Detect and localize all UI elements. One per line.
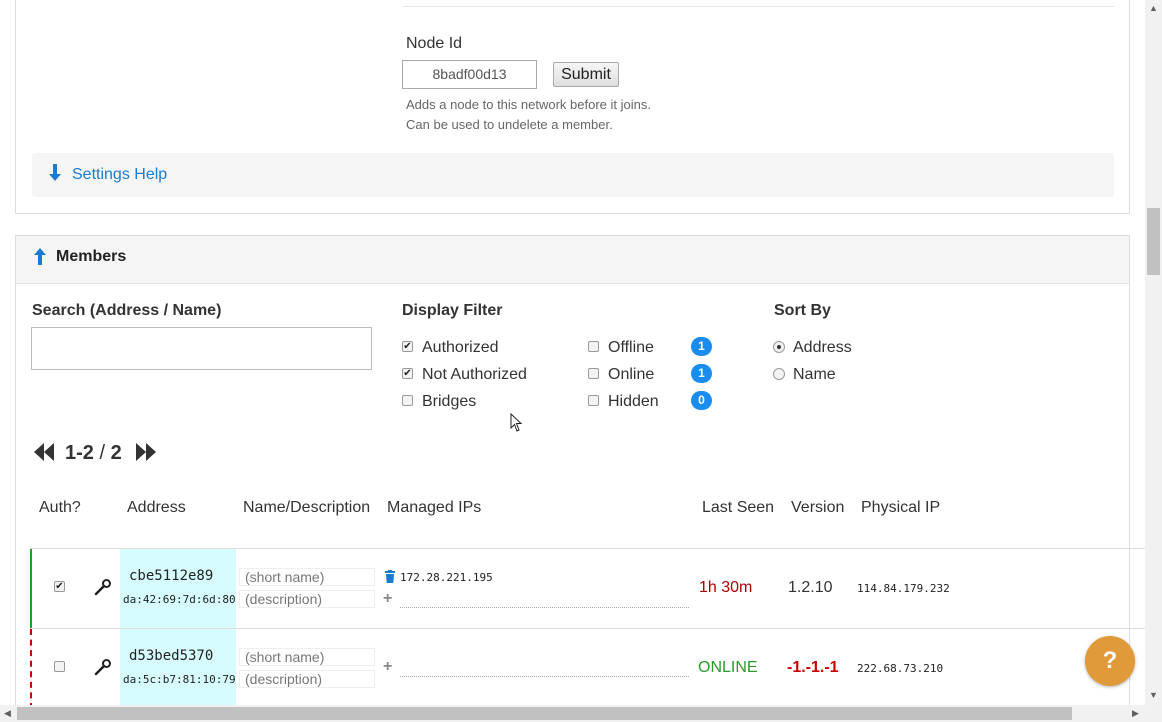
sort-name-radio[interactable] [773, 368, 785, 380]
display-filter-label: Display Filter [402, 302, 503, 319]
row2-name-input[interactable]: (short name) [239, 648, 375, 666]
filter-offline-label: Offline [608, 339, 654, 356]
filter-offline-checkbox[interactable] [588, 341, 599, 352]
node-id-input[interactable]: 8badf00d13 [402, 60, 537, 89]
mouse-cursor-icon [510, 413, 523, 432]
add-ip-icon[interactable]: + [383, 590, 392, 608]
row1-version: 1.2.10 [788, 579, 833, 596]
filter-hidden-checkbox[interactable] [588, 395, 599, 406]
search-input[interactable] [31, 327, 372, 370]
column-header-managed-ips[interactable]: Managed IPs [387, 499, 481, 517]
pager-label: 1-2 / 2 [65, 442, 122, 465]
settings-help-bar[interactable] [32, 153, 1114, 197]
add-ip-icon[interactable]: + [383, 658, 392, 676]
row2-new-ip-input[interactable] [400, 676, 689, 677]
row1-address: cbe5112e89 [129, 568, 214, 584]
filter-bridges-checkbox[interactable] [402, 395, 413, 406]
horizontal-scroll-thumb[interactable] [17, 707, 1072, 720]
filter-authorized-label: Authorized [422, 339, 499, 356]
row1-new-ip-input[interactable] [400, 607, 689, 608]
node-id-help-line-1: Adds a node to this network before it jo… [406, 97, 651, 112]
sort-address-radio[interactable] [773, 341, 785, 353]
row1-address-cell [120, 549, 236, 629]
row2-mac: da:5c:b7:81:10:79 [123, 673, 236, 686]
search-label: Search (Address / Name) [32, 302, 222, 319]
sort-name-label: Name [793, 366, 836, 383]
authorized-indicator [30, 549, 32, 628]
help-button[interactable]: ? [1085, 636, 1135, 686]
row1-physical-ip: 114.84.179.232 [857, 582, 950, 595]
row1-last-seen: 1h 30m [699, 579, 753, 596]
wrench-icon[interactable] [94, 578, 112, 596]
column-header-address[interactable]: Address [127, 499, 186, 517]
row2-last-seen: ONLINE [698, 659, 758, 676]
wrench-icon[interactable] [94, 658, 112, 676]
row1-managed-ip: 172.28.221.195 [400, 571, 493, 584]
row1-mac: da:42:69:7d:6d:80 [123, 593, 236, 606]
vertical-scroll-thumb[interactable] [1147, 208, 1160, 275]
filter-authorized-checkbox[interactable]: ✔ [402, 341, 413, 352]
page-last-icon[interactable] [135, 443, 157, 461]
scroll-right-icon[interactable]: ▶ [1132, 708, 1139, 719]
column-header-last-seen[interactable]: Last Seen [702, 499, 774, 517]
filter-bridges-label: Bridges [422, 393, 477, 410]
pager-total: 2 [110, 442, 122, 464]
row2-auth-checkbox[interactable] [54, 661, 65, 672]
pager-range: 1-2 [65, 442, 94, 464]
divider [403, 6, 1114, 7]
sort-address-label: Address [793, 339, 852, 356]
column-header-auth[interactable]: Auth? [39, 499, 81, 517]
submit-button[interactable]: Submit [553, 62, 619, 87]
scroll-down-icon[interactable]: ▼ [1149, 690, 1158, 700]
trash-icon[interactable] [385, 570, 395, 583]
members-title: Members [56, 248, 127, 265]
column-header-physical-ip[interactable]: Physical IP [861, 499, 940, 517]
pager-separator: / [93, 442, 111, 464]
members-header[interactable] [16, 236, 1129, 284]
arrow-up-icon[interactable] [33, 247, 47, 265]
row1-name-input[interactable]: (short name) [239, 568, 375, 586]
filter-online-checkbox[interactable] [588, 368, 599, 379]
filter-hidden-label: Hidden [608, 393, 659, 410]
sort-by-label: Sort By [774, 302, 831, 319]
hidden-count-badge: 0 [691, 391, 712, 410]
row2-description-input[interactable]: (description) [239, 670, 375, 688]
filter-not-authorized-label: Not Authorized [422, 366, 527, 383]
arrow-down-icon[interactable] [48, 164, 62, 182]
filter-not-authorized-checkbox[interactable]: ✔ [402, 368, 413, 379]
column-header-version[interactable]: Version [791, 499, 844, 517]
node-id-label: Node Id [406, 35, 463, 52]
page-first-icon[interactable] [33, 443, 55, 461]
column-header-name[interactable]: Name/Description [243, 499, 370, 517]
row2-address-cell [120, 629, 236, 705]
filter-online-label: Online [608, 366, 655, 383]
not-authorized-indicator [30, 629, 32, 709]
row1-description-input[interactable]: (description) [239, 590, 375, 608]
page: Node Id 8badf00d13 Submit Adds a node to… [0, 0, 1162, 722]
row2-physical-ip: 222.68.73.210 [857, 662, 944, 675]
row2-address: d53bed5370 [129, 648, 214, 664]
settings-help-link[interactable]: Settings Help [72, 166, 167, 184]
row1-auth-checkbox[interactable]: ✔ [54, 581, 65, 592]
scroll-left-icon[interactable]: ◀ [4, 708, 11, 719]
online-count-badge: 1 [691, 364, 712, 383]
vertical-scrollbar[interactable] [1145, 0, 1162, 705]
scroll-up-icon[interactable]: ▲ [1149, 3, 1158, 13]
offline-count-badge: 1 [691, 337, 712, 356]
node-id-help-line-2: Can be used to undelete a member. [406, 117, 613, 132]
row2-version: -1.-1.-1 [787, 659, 839, 676]
